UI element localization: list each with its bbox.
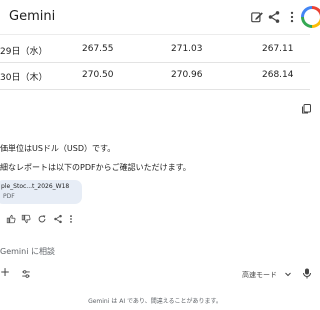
chevron-down-icon[interactable] [285,272,291,277]
share-small-icon[interactable] [53,214,63,224]
table-row: 30日（木） 270.50 270.96 268.14 [0,61,310,89]
share-icon[interactable] [267,10,281,24]
regenerate-icon[interactable] [37,214,47,224]
more-vert-icon[interactable] [285,10,299,24]
edit-icon[interactable] [250,10,264,24]
table-cell-date: 30日（木） [0,73,48,83]
avatar[interactable] [301,6,320,28]
thumb-down-icon[interactable] [21,214,31,224]
pdf-attachment[interactable]: ple_Stoc...t_2026_W18 PDF [0,180,82,204]
disclaimer: Gemini は AI であり、間違えることがあります。 [88,298,222,305]
table-row: 29日（水） 267.55 271.03 267.11 [0,35,310,63]
file-type: PDF [3,193,15,200]
tune-icon[interactable] [21,269,31,279]
table-cell-value: 267.55 [82,44,114,54]
message-line: 価単位はUSドル（USD）です。 [0,144,116,153]
copy-icon[interactable] [300,103,312,115]
thumb-up-icon[interactable] [6,214,16,224]
app-title: Gemini [9,9,56,24]
table-cell-value: 271.03 [171,44,203,54]
prompt-box[interactable]: Gemini に相談 + 高速モード [0,236,311,286]
prompt-input[interactable]: Gemini に相談 [0,246,55,257]
table-cell-value: 268.14 [262,70,294,80]
plus-icon[interactable]: + [0,266,10,278]
more-vert-small-icon[interactable] [66,214,76,224]
mic-icon[interactable] [303,268,311,279]
message-line: 細なレポートは以下のPDFからご確認いただけます。 [0,163,191,172]
model-mode-selector[interactable]: 高速モード [242,270,277,280]
table-cell-value: 267.11 [262,44,294,54]
table-cell-value: 270.50 [82,70,114,80]
row-divider [0,89,310,90]
top-app-bar: Gemini [0,0,320,35]
file-name: ple_Stoc...t_2026_W18 [1,183,70,190]
table-cell-date: 29日（水） [0,47,48,57]
table-cell-value: 270.96 [171,70,203,80]
